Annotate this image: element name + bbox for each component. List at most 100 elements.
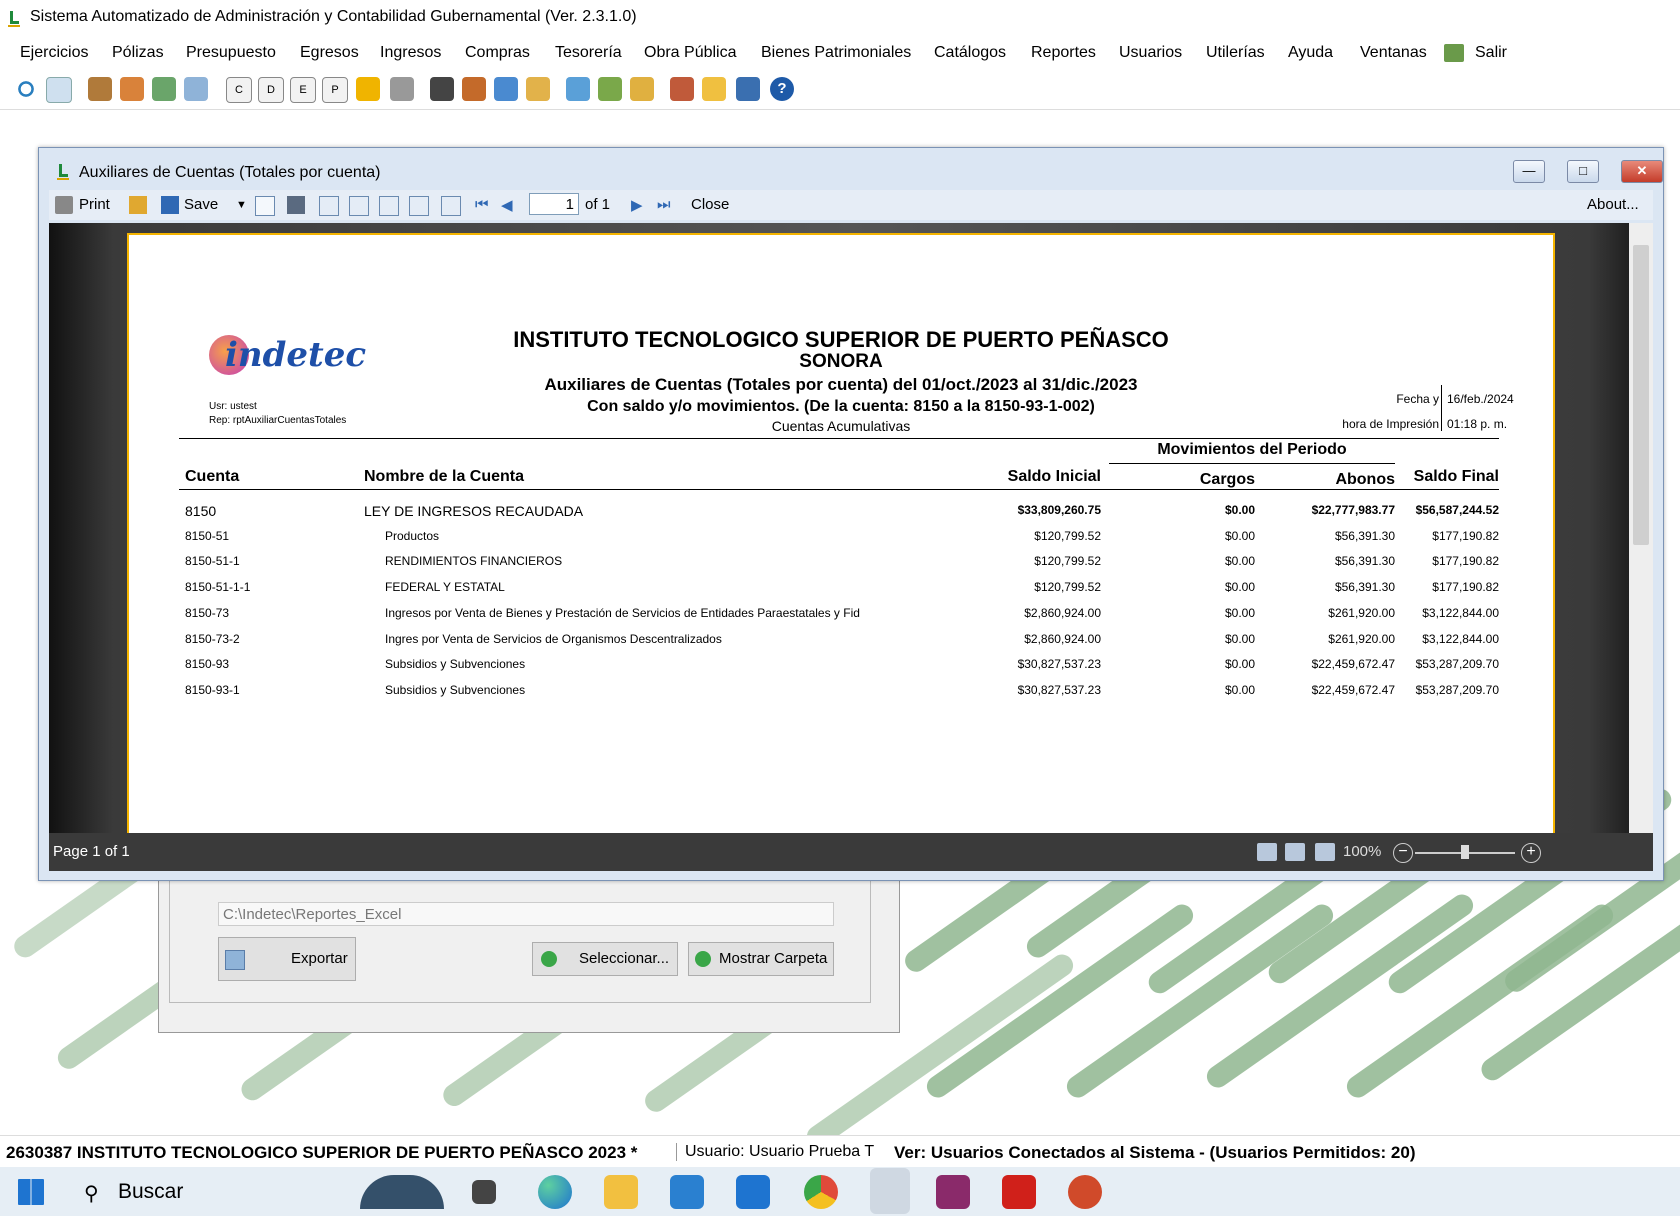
checklist-icon[interactable] [152,77,176,101]
page-number-input[interactable]: 1 [529,193,579,215]
zoom-slider-thumb[interactable] [1461,845,1469,859]
tree-icon[interactable] [670,77,694,101]
powerpoint-icon[interactable] [1068,1175,1102,1209]
sacg-app-icon[interactable] [870,1168,910,1214]
print-button[interactable]: Print [79,196,110,213]
table-row: 8150 LEY DE INGRESOS RECAUDADA $33,809,260… [129,503,1553,525]
menu-egresos[interactable]: Egresos [300,44,359,62]
windows-start-icon[interactable] [18,1179,44,1205]
winrar-icon[interactable] [936,1175,970,1209]
cell-saldo-inicial: $30,827,537.23 [1017,682,1101,697]
clipboard-icon[interactable] [430,77,454,101]
package-icon[interactable] [526,77,550,101]
calculator-icon[interactable] [736,77,760,101]
cell-cargos: $0.00 [1224,580,1255,595]
about-button[interactable]: About... [1587,196,1639,213]
menu-presupuesto[interactable]: Presupuesto [186,44,276,62]
export-button[interactable]: Exportar [218,937,356,981]
show-folder-button[interactable]: Mostrar Carpeta [688,942,834,976]
group-header: Movimientos del Periodo [1157,441,1347,458]
users-icon[interactable] [494,77,518,101]
menu-utilerias[interactable]: Utilerías [1206,44,1265,62]
menu-obra-publica[interactable]: Obra Pública [644,44,737,62]
menu-catalogos[interactable]: Catálogos [934,44,1006,62]
minimize-button[interactable]: — [1513,160,1545,183]
menu-ventanas[interactable]: Ventanas [1360,44,1427,62]
table-row: 8150-51 Productos $120,799.52 $0.00 $56,391.… [129,529,1553,551]
edit-icon[interactable] [462,77,486,101]
import-icon[interactable] [120,77,144,101]
weather-widget-icon[interactable] [360,1175,444,1209]
menu-ayuda[interactable]: Ayuda [1288,44,1333,62]
badge-icon[interactable] [702,77,726,101]
save-button[interactable]: Save [184,196,218,213]
menu-ejercicios[interactable]: Ejercicios [20,44,88,62]
fit-page-icon[interactable] [441,196,461,216]
open-folder-icon[interactable] [88,77,112,101]
cell-cargos: $0.00 [1224,528,1255,543]
menu-salir[interactable]: Salir [1475,44,1507,62]
menu-polizas[interactable]: Pólizas [112,44,164,62]
cell-cargos: $0.00 [1224,503,1255,517]
view-continuous-icon[interactable] [1315,843,1335,861]
zoom-in-icon[interactable]: + [1521,843,1541,863]
printer-icon[interactable] [390,77,414,101]
view-single-icon[interactable] [1285,843,1305,861]
menu-compras[interactable]: Compras [465,44,530,62]
menu-bienes-patrimoniales[interactable]: Bienes Patrimoniales [761,44,911,62]
view-multi-icon[interactable] [1257,843,1277,861]
close-window-button[interactable]: ✕ [1621,160,1663,183]
task-view-icon[interactable] [472,1180,496,1204]
taskbar-search[interactable]: Buscar [118,1180,183,1204]
maximize-button[interactable]: □ [1567,160,1599,183]
menu-usuarios[interactable]: Usuarios [1119,44,1182,62]
menu-ingresos[interactable]: Ingresos [380,44,441,62]
save-dropdown-icon[interactable]: ▼ [236,199,247,211]
mail-app-icon[interactable] [736,1175,770,1209]
d-doc-icon[interactable]: D [258,77,284,103]
chrome-icon[interactable] [804,1175,838,1209]
export-path-field[interactable]: C:\Indetec\Reportes_Excel [218,902,834,926]
pe-icon[interactable] [356,77,380,101]
cut-icon[interactable] [409,196,429,216]
edge-icon[interactable] [538,1175,572,1209]
p-doc-icon[interactable]: P [322,77,348,103]
prev-page-icon[interactable]: ◀ [501,196,513,214]
mail-icon[interactable] [255,196,275,216]
page-setup-icon[interactable] [319,196,339,216]
menu-tesoreria[interactable]: Tesorería [555,44,622,62]
last-page-icon[interactable]: ⏭ [657,196,671,213]
table-icon[interactable] [184,77,208,101]
cell-cargos: $0.00 [1224,605,1255,620]
col-cargos: Cargos [1199,471,1255,488]
c-doc-icon[interactable]: C [226,77,252,103]
map-icon[interactable] [598,77,622,101]
file-explorer-icon[interactable] [604,1175,638,1209]
cell-abonos: $56,391.30 [1334,580,1395,595]
find-icon[interactable] [287,196,305,214]
cell-saldo-inicial: $120,799.52 [1034,554,1101,569]
cell-saldo-inicial: $2,860,924.00 [1024,631,1101,646]
zoom-icon[interactable] [349,196,369,216]
help-icon[interactable]: ? [770,77,794,101]
status-connected[interactable]: Ver: Usuarios Conectados al Sistema - (U… [894,1143,1416,1163]
tags-icon[interactable] [630,77,654,101]
store-icon[interactable] [670,1175,704,1209]
open-icon[interactable] [129,196,147,214]
close-report-button[interactable]: Close [691,196,729,213]
acrobat-icon[interactable] [1002,1175,1036,1209]
document-add-icon[interactable] [46,77,72,103]
zoom-out-icon[interactable]: − [1393,843,1413,863]
select-button[interactable]: Seleccionar... [532,942,678,976]
list-icon[interactable] [566,77,590,101]
copy-icon[interactable] [379,196,399,216]
search-icon[interactable]: ⚲ [84,1181,99,1206]
cell-cuenta: 8150-73 [185,605,230,620]
e-doc-icon[interactable]: E [290,77,316,103]
refresh-icon[interactable] [14,77,38,101]
first-page-icon[interactable]: ⏮ [475,196,489,213]
next-page-icon[interactable]: ▶ [631,196,643,214]
menu-reportes[interactable]: Reportes [1031,44,1096,62]
scroll-thumb[interactable] [1633,245,1649,545]
export-icon [225,950,245,970]
